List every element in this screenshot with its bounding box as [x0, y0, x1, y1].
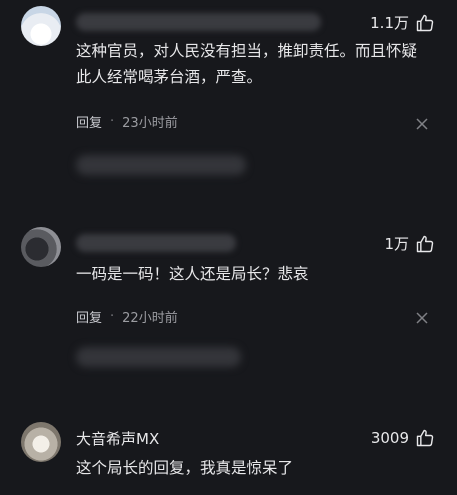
comment-text: 这种官员，对人民没有担当，推卸责任。而且怀疑此人经常喝茅台酒，严查。	[76, 42, 418, 86]
comment-text: 这个局长的回复，我真是惊呆了	[76, 459, 294, 477]
timestamp: 23小时前	[122, 116, 178, 131]
comment-item: 大音希声MX 3009 这个局长的回复，我真是惊呆了	[0, 422, 457, 495]
avatar[interactable]	[21, 227, 61, 267]
comment-meta: 回复 · 23小时前	[76, 112, 178, 131]
reply-button[interactable]: 回复	[76, 112, 102, 131]
avatar[interactable]	[21, 6, 61, 46]
comment-meta: 回复 · 22小时前	[76, 307, 178, 326]
comment-item: 1.1万 这种官员，对人民没有担当，推卸责任。而且怀疑此人经常喝茅台酒，严查。 …	[0, 6, 457, 191]
like-count: 1万	[384, 235, 409, 253]
comment-text: 一码是一码！这人还是局长？悲哀	[76, 265, 309, 283]
meta-separator: ·	[110, 309, 115, 324]
timestamp: 22小时前	[122, 311, 178, 326]
thumbs-up-icon[interactable]	[415, 428, 435, 448]
avatar[interactable]	[21, 422, 61, 462]
like-count: 3009	[370, 429, 409, 447]
reply-button[interactable]: 回复	[76, 307, 102, 326]
like-count: 1.1万	[370, 14, 409, 32]
username-blurred	[76, 234, 236, 252]
comment-feed: 1.1万 这种官员，对人民没有担当，推卸责任。而且怀疑此人经常喝茅台酒，严查。 …	[0, 0, 457, 495]
meta-separator: ·	[110, 114, 115, 129]
username[interactable]: 大音希声MX	[76, 428, 159, 449]
like-button[interactable]: 3009	[371, 428, 435, 448]
reply-preview-blurred[interactable]	[76, 155, 246, 175]
like-button[interactable]: 1.1万	[370, 12, 435, 33]
thumbs-up-icon[interactable]	[415, 13, 435, 33]
reply-preview-blurred[interactable]	[76, 347, 241, 367]
thumbs-up-icon[interactable]	[415, 234, 435, 254]
comment-item: 1万 一码是一码！这人还是局长？悲哀 回复 · 22小时前	[0, 227, 457, 387]
close-icon[interactable]	[415, 311, 429, 325]
like-button[interactable]: 1万	[384, 233, 435, 254]
close-icon[interactable]	[415, 117, 429, 131]
username-blurred	[76, 13, 321, 31]
